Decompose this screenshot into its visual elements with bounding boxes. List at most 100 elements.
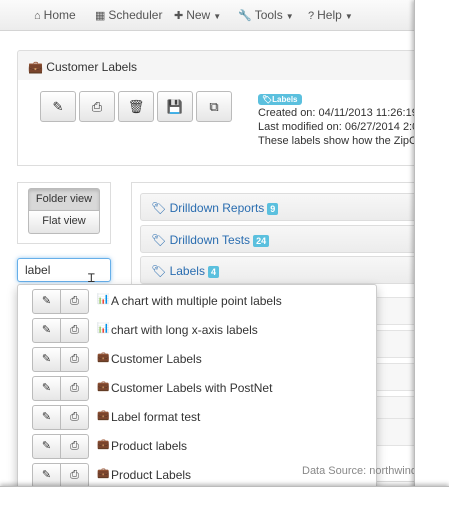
- edit-button[interactable]: ✎: [32, 289, 61, 314]
- print-icon: ⎙: [70, 440, 79, 452]
- nav-home[interactable]: ⌂ Home: [34, 8, 76, 22]
- chevron-down-icon: ▼: [344, 12, 353, 21]
- home-icon: ⌂: [34, 10, 41, 22]
- list-item[interactable]: ✎ ⎙ 📊 A chart with multiple point labels: [32, 289, 372, 315]
- print-button[interactable]: ⎙: [79, 91, 115, 122]
- search-input[interactable]: label: [17, 258, 111, 282]
- edit-button[interactable]: ✎: [32, 376, 61, 401]
- top-navbar: ⌂ Home ▦ Scheduler ✚ New ▼ 🔧 Tools ▼ ? Help ▼: [0, 0, 428, 31]
- folder-labels[interactable]: 🏷 Labels 4: [140, 256, 420, 284]
- print-button[interactable]: ⎙: [60, 405, 89, 430]
- tag-label: Labels: [272, 95, 298, 104]
- print-button[interactable]: ⎙: [60, 347, 89, 372]
- folder-count-badge: 24: [253, 235, 270, 247]
- folder-drilldown-tests[interactable]: 🏷 Drilldown Tests 24: [140, 225, 420, 253]
- nav-new[interactable]: ✚ New ▼: [174, 8, 221, 22]
- data-source-label: Data Source: northwind: [302, 465, 417, 477]
- result-name[interactable]: Customer Labels with PostNet: [111, 381, 272, 395]
- result-name[interactable]: A chart with multiple point labels: [111, 294, 282, 308]
- flat-view-button[interactable]: Flat view: [28, 211, 100, 234]
- save-button[interactable]: 💾: [157, 91, 193, 122]
- edit-button[interactable]: ✎: [40, 91, 76, 122]
- delete-button[interactable]: 🗑: [118, 91, 154, 122]
- torn-edge-bottom: [0, 486, 449, 505]
- nav-help[interactable]: ? Help ▼: [308, 8, 353, 22]
- folder-count-badge: 4: [207, 266, 219, 278]
- app-window: ⌂ Home ▦ Scheduler ✚ New ▼ 🔧 Tools ▼ ? Help ▼ 💼 …: [0, 0, 428, 488]
- nav-help-label: Help: [317, 8, 342, 22]
- created-date: Created on: 04/11/2013 11:26:19 A: [258, 107, 428, 119]
- briefcase-icon: 💼: [97, 410, 110, 421]
- trash-icon: 🗑: [127, 99, 145, 114]
- print-icon: ⎙: [70, 411, 79, 423]
- torn-edge-right: [414, 0, 449, 505]
- edit-icon: ✎: [41, 295, 52, 307]
- print-button[interactable]: ⎙: [60, 463, 89, 488]
- folder-count-badge: 9: [267, 203, 279, 215]
- print-button[interactable]: ⎙: [60, 318, 89, 343]
- save-icon: 💾: [166, 99, 184, 114]
- report-title: Customer Labels: [46, 60, 138, 74]
- folder-label: Labels: [169, 264, 205, 278]
- report-description: These labels show how the ZipCod: [258, 135, 428, 147]
- print-button[interactable]: ⎙: [60, 434, 89, 459]
- list-item[interactable]: ✎ ⎙ 💼 Customer Labels: [32, 347, 372, 373]
- folder-label: Drilldown Reports: [169, 201, 265, 215]
- chart-icon: 📊: [97, 323, 110, 334]
- tag-icon: 🏷: [151, 201, 167, 215]
- edit-button[interactable]: ✎: [32, 434, 61, 459]
- calendar-icon: ▦: [95, 10, 106, 22]
- edit-icon: ✎: [41, 324, 52, 336]
- list-item[interactable]: ✎ ⎙ 💼 Customer Labels with PostNet: [32, 376, 372, 402]
- wrench-icon: 🔧: [238, 10, 252, 22]
- text-cursor-icon: Ɪ: [88, 271, 95, 285]
- tag-icon: 🏷: [262, 95, 273, 104]
- edit-icon: ✎: [52, 99, 64, 114]
- print-icon: ⎙: [70, 353, 79, 365]
- copy-icon: ⧉: [209, 99, 219, 114]
- print-icon: ⎙: [70, 469, 79, 481]
- chevron-down-icon: ▼: [285, 12, 294, 21]
- print-icon: ⎙: [70, 382, 79, 394]
- list-item[interactable]: ✎ ⎙ 💼 Label format test: [32, 405, 372, 431]
- modified-date: Last modified on: 06/27/2014 2:06:: [258, 121, 428, 133]
- edit-button[interactable]: ✎: [32, 347, 61, 372]
- question-icon: ?: [308, 10, 315, 22]
- folder-label: Drilldown Tests: [169, 233, 251, 247]
- nav-new-label: New: [186, 8, 211, 22]
- edit-button[interactable]: ✎: [32, 405, 61, 430]
- tag-icon: 🏷: [151, 264, 167, 278]
- nav-tools[interactable]: 🔧 Tools ▼: [238, 8, 294, 22]
- briefcase-icon: 💼: [97, 439, 110, 450]
- print-button[interactable]: ⎙: [60, 289, 89, 314]
- chart-icon: 📊: [97, 294, 110, 305]
- nav-tools-label: Tools: [254, 8, 283, 22]
- edit-button[interactable]: ✎: [32, 463, 61, 488]
- folder-view-button[interactable]: Folder view: [28, 188, 100, 211]
- tag-badge[interactable]: 🏷Labels: [258, 94, 302, 105]
- tag-icon: 🏷: [151, 233, 167, 247]
- edit-icon: ✎: [41, 353, 52, 365]
- edit-button[interactable]: ✎: [32, 318, 61, 343]
- report-panel-header: 💼 Customer Labels: [17, 50, 417, 81]
- copy-button[interactable]: ⧉: [196, 91, 232, 122]
- result-name[interactable]: Label format test: [111, 410, 200, 424]
- nav-scheduler-label: Scheduler: [108, 8, 163, 22]
- nav-scheduler[interactable]: ▦ Scheduler: [95, 8, 162, 22]
- page-title: 💼 Customer Labels: [28, 60, 137, 74]
- edit-icon: ✎: [41, 411, 52, 423]
- edit-icon: ✎: [41, 440, 52, 452]
- result-name[interactable]: Customer Labels: [111, 352, 202, 366]
- print-button[interactable]: ⎙: [60, 376, 89, 401]
- folder-drilldown-reports[interactable]: 🏷 Drilldown Reports 9: [140, 193, 420, 221]
- print-icon: ⎙: [91, 99, 103, 114]
- result-name[interactable]: Product labels: [111, 439, 187, 453]
- list-item[interactable]: ✎ ⎙ 💼 Product labels: [32, 434, 372, 460]
- briefcase-icon: 💼: [97, 352, 110, 363]
- result-name[interactable]: chart with long x-axis labels: [111, 323, 258, 337]
- result-name[interactable]: Product Labels: [111, 468, 191, 482]
- print-icon: ⎙: [70, 324, 79, 336]
- nav-home-label: Home: [43, 8, 76, 22]
- list-item[interactable]: ✎ ⎙ 📊 chart with long x-axis labels: [32, 318, 372, 344]
- print-icon: ⎙: [70, 295, 79, 307]
